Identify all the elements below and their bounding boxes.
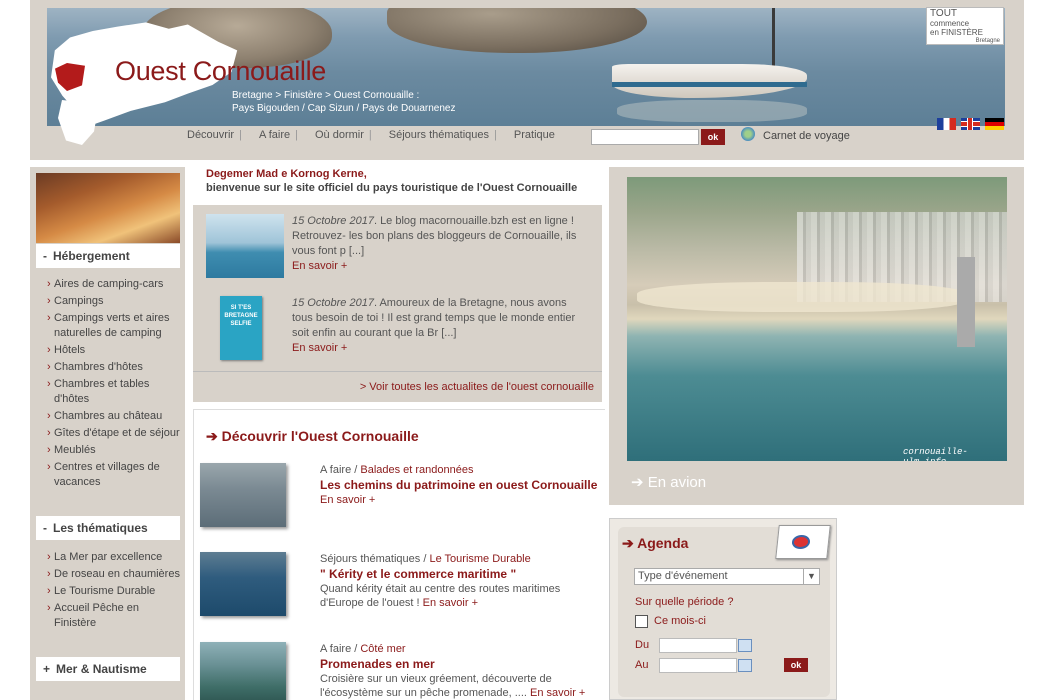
finistere-logo[interactable]: TOUT commence en FINISTÈRE Bretagne — [926, 7, 1004, 45]
hebergement-list: Aires de camping-cars Campings Campings … — [36, 277, 180, 492]
sidebar-item[interactable]: Centres et villages de vacances — [36, 460, 180, 490]
flag-en-icon[interactable] — [961, 118, 980, 130]
sidebar-item[interactable]: Hôtels — [36, 343, 180, 358]
item-category[interactable]: A faire — [320, 643, 351, 655]
this-month-checkbox[interactable] — [635, 615, 648, 628]
chevron-down-icon[interactable]: ▼ — [803, 569, 819, 584]
item-title[interactable]: " Kérity et le commerce maritime " — [320, 567, 605, 581]
flag-de-icon[interactable] — [985, 118, 1004, 130]
sidebar-item[interactable]: Chambres au château — [36, 409, 180, 424]
event-type-select[interactable]: Type d'événement ▼ — [634, 568, 820, 585]
sidebar-section-thematiques[interactable]: - Les thématiques — [36, 516, 180, 540]
photo-caption-link[interactable]: ➔ En avion — [631, 473, 706, 491]
sidebar-item[interactable]: Accueil Pêche en Finistère — [36, 601, 180, 631]
sidebar-item[interactable]: Campings — [36, 294, 180, 309]
calendar-picker-icon[interactable] — [738, 639, 752, 652]
item-category[interactable]: A faire — [320, 464, 351, 476]
nav-decouvrir[interactable]: Découvrir — [170, 129, 239, 141]
sidebar-item[interactable]: Gîtes d'étape et de séjour — [36, 426, 180, 441]
agenda-title: ➔ Agenda — [622, 535, 689, 551]
globe-icon[interactable] — [741, 127, 755, 141]
date-from-input[interactable] — [659, 638, 737, 653]
breadcrumb-subtitle: Pays Bigouden / Cap Sizun / Pays de Doua… — [232, 103, 456, 114]
item-more-link[interactable]: En savoir + — [320, 494, 375, 506]
news-panel: 15 Octobre 2017. Le blog macornouaille.b… — [193, 205, 602, 402]
all-news-link[interactable]: > Voir toutes les actualites de l'ouest … — [360, 381, 594, 393]
nav-a-faire[interactable]: A faire — [242, 129, 295, 141]
sidebar-item[interactable]: Chambres d'hôtes — [36, 360, 180, 375]
item-title[interactable]: Promenades en mer — [320, 657, 605, 671]
item-thumbnail[interactable] — [200, 642, 286, 700]
nav-sejours-thematiques[interactable]: Séjours thématiques — [372, 129, 494, 141]
divider — [193, 371, 602, 372]
item-thumbnail[interactable] — [200, 552, 286, 616]
item-title[interactable]: Les chemins du patrimoine en ouest Corno… — [320, 478, 605, 492]
item-subcategory[interactable]: Le Tourisme Durable — [429, 553, 530, 565]
item-subcategory[interactable]: Côté mer — [360, 643, 405, 655]
item-more-link[interactable]: En savoir + — [530, 687, 585, 699]
news-more-link[interactable]: En savoir + — [292, 260, 347, 272]
site-title[interactable]: Ouest Cornouaille — [115, 56, 326, 87]
section-title: ➔ Découvrir l'Ouest Cornouaille — [206, 428, 419, 444]
france-map-graphic — [58, 100, 98, 145]
featured-photo-panel: cornouaille-ulm.info ➔ En avion — [609, 167, 1024, 505]
item-subcategory[interactable]: Balades et randonnées — [360, 464, 473, 476]
au-label: Au — [635, 659, 649, 671]
photo-credit: cornouaille-ulm.info — [903, 447, 968, 461]
sidebar-photo — [36, 173, 180, 243]
page: Ouest Cornouaille Bretagne > Finistère >… — [0, 0, 1050, 700]
news-more-link[interactable]: En savoir + — [292, 342, 347, 354]
sidebar-item[interactable]: Aires de camping-cars — [36, 277, 180, 292]
agenda-widget: ➔ Agenda Type d'événement ▼ Sur quelle p… — [609, 518, 837, 700]
aerial-photo[interactable]: cornouaille-ulm.info — [627, 177, 1007, 461]
sidebar-section-hebergement[interactable]: - Hébergement — [36, 244, 180, 268]
sidebar-item[interactable]: Campings verts et aires naturelles de ca… — [36, 311, 180, 341]
welcome-text: Degemer Mad e Kornog Kerne, bienvenue su… — [206, 168, 578, 194]
calendar-picker-icon[interactable] — [738, 659, 752, 672]
search-input[interactable] — [591, 129, 699, 145]
decouvrir-section: ➔ Découvrir l'Ouest Cornouaille A faire … — [193, 409, 605, 700]
carnet-de-voyage-link[interactable]: Carnet de voyage — [763, 130, 850, 142]
calendar-icon — [775, 525, 831, 559]
sidebar: -Hébergement Aires de camping-cars Campi… — [30, 167, 185, 700]
sidebar-item[interactable]: Chambres et tables d'hôtes — [36, 377, 180, 407]
news-thumbnail[interactable]: SI T'ES BRETAGNE SELFIE — [220, 296, 262, 360]
sidebar-item[interactable]: Meublés — [36, 443, 180, 458]
thematiques-list: La Mer par excellence De roseau en chaum… — [36, 550, 180, 633]
item-description: Croisière sur un vieux gréement, découve… — [320, 673, 552, 699]
breadcrumb: Bretagne > Finistère > Ouest Cornouaille… — [232, 89, 455, 115]
sidebar-item[interactable]: De roseau en chaumières — [36, 567, 180, 582]
date-to-input[interactable] — [659, 658, 737, 673]
du-label: Du — [635, 639, 650, 651]
item-thumbnail[interactable] — [200, 463, 286, 527]
news-thumbnail[interactable] — [206, 214, 284, 278]
breadcrumb-path[interactable]: Bretagne > Finistère > Ouest Cornouaille… — [232, 89, 455, 102]
search-ok-button[interactable]: ok — [701, 129, 725, 145]
item-more-link[interactable]: En savoir + — [423, 597, 478, 609]
sidebar-item[interactable]: Le Tourisme Durable — [36, 584, 180, 599]
nav-ou-dormir[interactable]: Où dormir — [298, 129, 369, 141]
sidebar-item[interactable]: La Mer par excellence — [36, 550, 180, 565]
nav-pratique[interactable]: Pratique — [497, 129, 560, 141]
sidebar-section-mer-nautisme[interactable]: + Mer & Nautisme — [36, 657, 180, 681]
agenda-ok-button[interactable]: ok — [784, 658, 808, 672]
period-label: Sur quelle période ? — [635, 596, 734, 608]
this-month-label: Ce mois-ci — [654, 615, 706, 627]
item-category[interactable]: Séjours thématiques — [320, 553, 420, 565]
